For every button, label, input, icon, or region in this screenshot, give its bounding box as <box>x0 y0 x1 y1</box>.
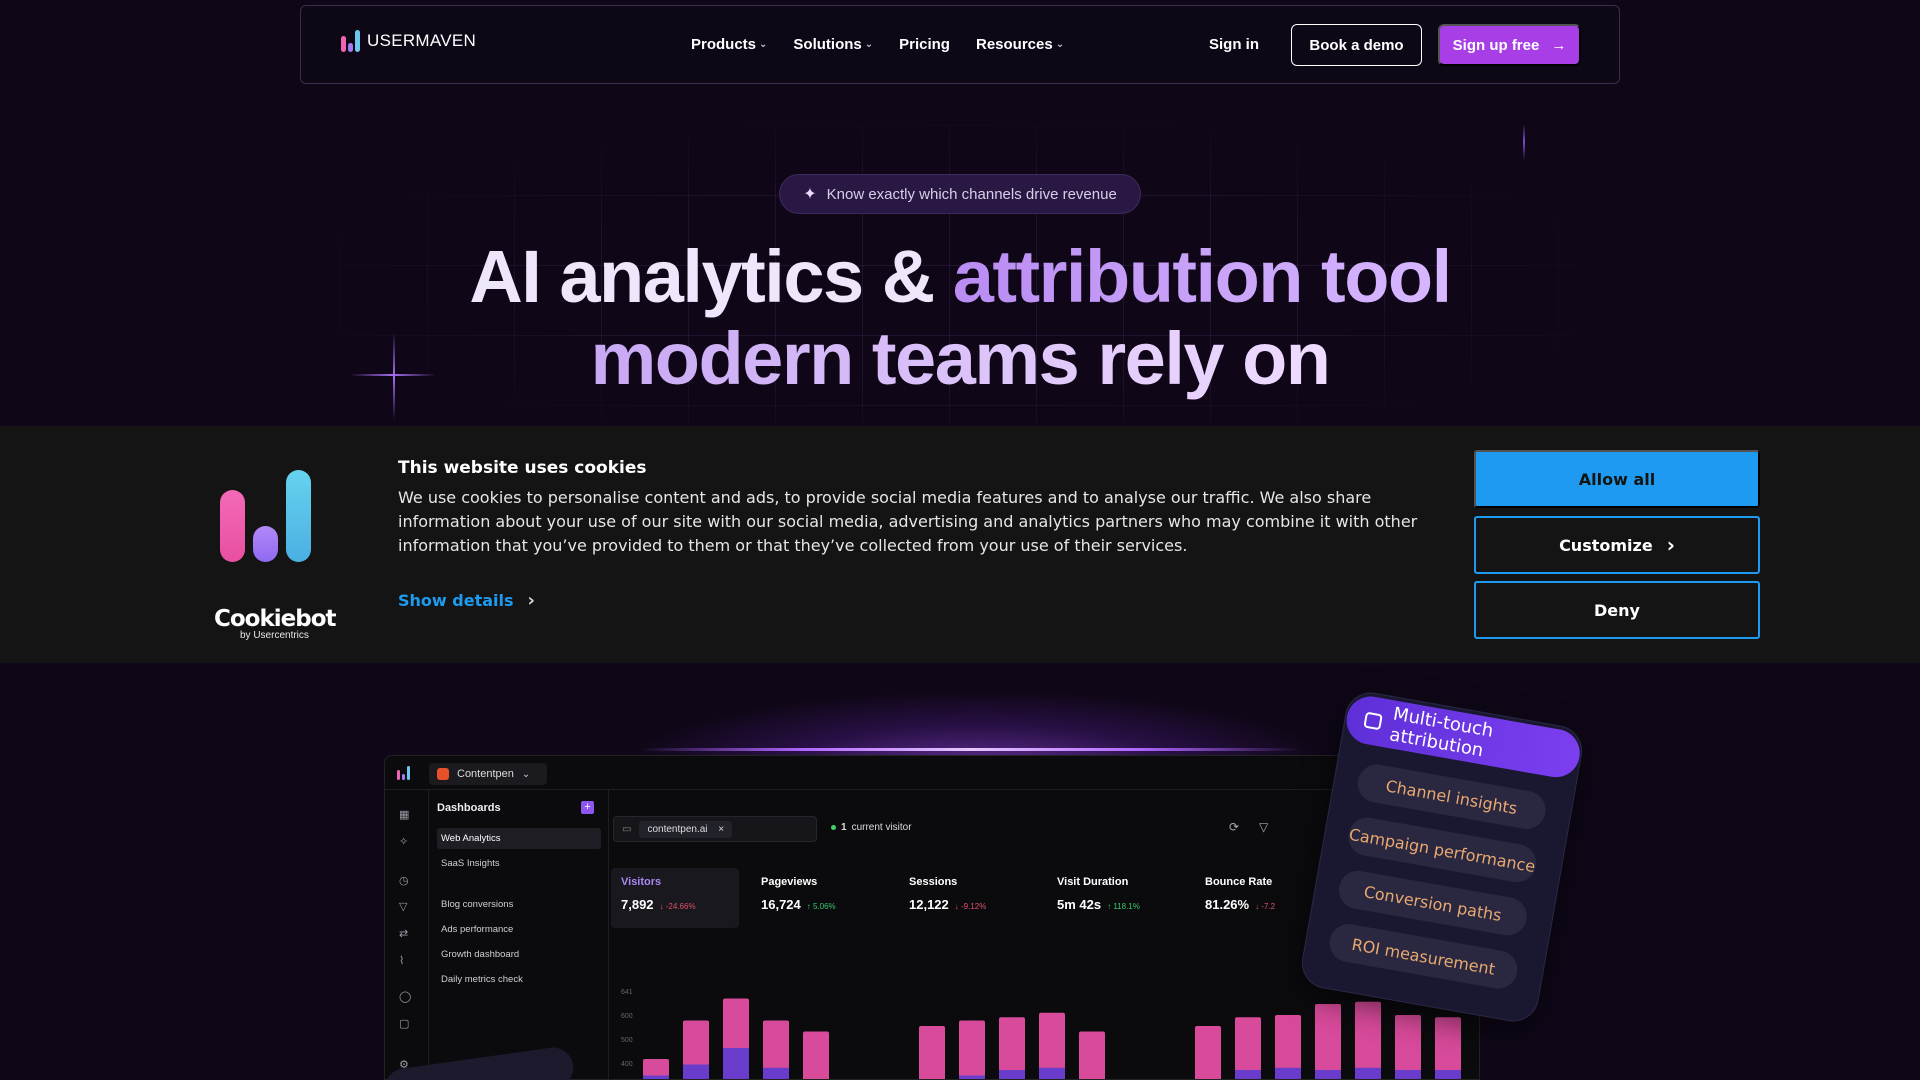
chart-bar-segment <box>999 1070 1025 1079</box>
nav-item-solutions[interactable]: Solutions ⌄ <box>793 36 873 53</box>
hero-heading: AI analytics & attribution tool modern t… <box>0 236 1920 400</box>
glow-line-decoration <box>640 748 1300 751</box>
chart-bar[interactable] <box>1315 1004 1341 1080</box>
chart-bar-segment <box>723 1048 749 1079</box>
nav-item-products[interactable]: Products ⌄ <box>691 36 767 53</box>
hero-heading-plain: AI analytics & <box>469 235 953 318</box>
chart-bar-segment <box>1395 1070 1421 1079</box>
nav-item-label: Pricing <box>899 36 950 53</box>
chart-bar-segment <box>1235 1070 1261 1079</box>
y-tick-label: 600 <box>621 1013 633 1020</box>
chart-bar-segment <box>959 1075 985 1079</box>
sign-up-label: Sign up free <box>1452 36 1540 54</box>
brand-logo[interactable]: USERMAVEN <box>341 30 476 52</box>
sparkle-icon: ✦ <box>803 186 817 203</box>
chart-bar[interactable] <box>803 1031 829 1080</box>
chevron-down-icon: ⌄ <box>759 39 768 50</box>
deny-button[interactable]: Deny <box>1474 581 1760 639</box>
nav-item-resources[interactable]: Resources ⌄ <box>976 36 1064 53</box>
cookiebot-brand-sub: by Usercentrics <box>240 630 309 641</box>
cookie-title: This website uses cookies <box>398 458 647 478</box>
brand-name: USERMAVEN <box>367 31 477 50</box>
chevron-right-icon: › <box>527 590 535 611</box>
cookie-consent-banner: Cookiebot by Usercentrics This website u… <box>0 426 1920 663</box>
chart-bar-segment <box>683 1064 709 1079</box>
chart-bar[interactable] <box>919 1026 945 1080</box>
nav-item-label: Products <box>691 36 757 53</box>
features-card: Multi-touch attribution Channel insights… <box>1276 675 1607 1039</box>
y-tick-label: 400 <box>621 1061 633 1068</box>
main-nav: Products ⌄ Solutions ⌄ Pricing Resources… <box>691 36 1064 53</box>
chart-bar-segment <box>1315 1070 1341 1079</box>
allow-all-button[interactable]: Allow all <box>1474 450 1760 508</box>
y-tick-label: 500 <box>621 1037 633 1044</box>
chart-bar-segment <box>763 1067 789 1079</box>
chart-bar-segment <box>1275 1067 1301 1079</box>
chevron-right-icon: › <box>1666 533 1675 557</box>
chart-bar-segment <box>1039 1067 1065 1079</box>
nav-item-label: Resources <box>975 36 1053 53</box>
nav-item-label: Solutions <box>793 36 862 53</box>
attribution-icon <box>1363 711 1384 731</box>
sign-in-link[interactable]: Sign in <box>1209 36 1259 53</box>
top-navbar: USERMAVEN Products ⌄ Solutions ⌄ Pricing… <box>300 5 1620 84</box>
show-details-link[interactable]: Show details › <box>398 590 535 611</box>
book-demo-button[interactable]: Book a demo <box>1291 24 1422 66</box>
hero-heading-accent: attribution tool <box>952 235 1452 318</box>
announcement-text: Know exactly which channels drive revenu… <box>826 185 1117 203</box>
cookiebot-logo-icon <box>220 470 312 562</box>
usermaven-logo-icon <box>341 30 363 52</box>
hero-heading-line2: modern teams rely on <box>590 317 1331 400</box>
arrow-right-icon: → <box>1551 36 1567 54</box>
chart-bar[interactable] <box>1195 1026 1221 1080</box>
chevron-down-icon: ⌄ <box>1055 39 1065 50</box>
customize-label: Customize <box>1559 535 1653 555</box>
nav-item-pricing[interactable]: Pricing <box>899 36 950 53</box>
chevron-down-icon: ⌄ <box>864 39 874 50</box>
chart-bar-segment <box>643 1075 669 1079</box>
sign-up-button[interactable]: Sign up free → <box>1438 24 1581 66</box>
chart-bar[interactable] <box>959 1020 985 1080</box>
y-tick-label: 641 <box>621 989 633 996</box>
cookie-description: We use cookies to personalise content an… <box>398 488 1418 555</box>
show-details-label: Show details <box>398 591 514 610</box>
customize-button[interactable]: Customize › <box>1474 516 1760 574</box>
cookiebot-brand: Cookiebot <box>214 606 337 632</box>
chart-bar-segment <box>1355 1067 1381 1079</box>
announcement-pill[interactable]: ✦ Know exactly which channels drive reve… <box>779 174 1141 214</box>
chart-bar[interactable] <box>1079 1031 1105 1080</box>
chart-bar-segment <box>1435 1070 1461 1079</box>
sparkle-decoration <box>1523 124 1525 160</box>
